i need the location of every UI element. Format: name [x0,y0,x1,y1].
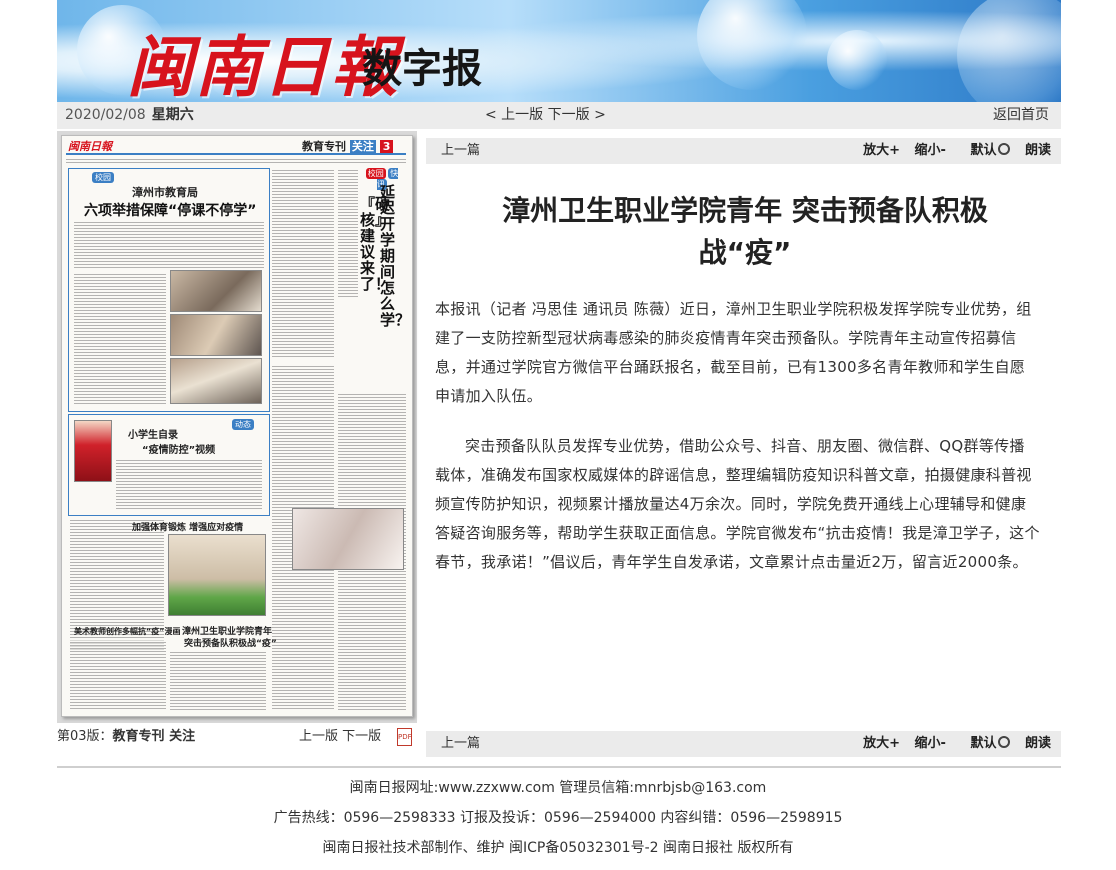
default-size-button-bottom[interactable]: 默认 [960,736,1011,751]
edition-nav[interactable]: < 上一版 下一版 > [485,102,606,129]
page-thumbnail-frame: 闽南日報 教育专刊 关注 3 校园 漳州市教育局 六项举措保障“停课不停学” 校… [57,131,417,723]
page-label: 第03版：教育专刊 关注 [57,729,196,744]
site-banner: 闽南日報 数字报 [57,0,1061,102]
article-paragraph-2: 突击预备队队员发挥专业优势，借助公众号、抖音、朋友圈、微信群、QQ群等传播载体，… [435,437,1040,571]
paper-headline-org: 漳州市教育局 [132,186,198,199]
date-bar: 2020/02/08 星期六 < 上一版 下一版 > 返回首页 [57,102,1061,129]
paper-page-number: 3 [379,140,394,153]
paper-photo-yoga [168,534,266,616]
footer-copyright: 闽南日报社技术部制作、维护 闽ICP备05032301号-2 闽南日报社 版权所… [322,840,794,856]
site-logo-subtitle: 数字报 [362,46,482,92]
article-toolbar-top: 上一篇 放大+ 缩小- 默认 朗读 [426,138,1061,164]
paper-poster-image [74,420,112,482]
home-link[interactable]: 返回首页 [993,102,1049,129]
paper-focus-label: 关注 [349,140,376,153]
zoom-out-button-bottom[interactable]: 缩小- [915,736,946,751]
paper-photo-3 [170,358,262,404]
prev-article-link[interactable]: 上一篇 [441,138,480,164]
paper-masthead: 闽南日報 [68,140,112,153]
paper-story2-title: 小学生自录 [128,430,178,441]
radio-dot-icon [998,736,1011,748]
zoom-in-button-bottom[interactable]: 放大+ [863,736,900,751]
article-toolbar-bottom: 上一篇 放大+ 缩小- 默认 朗读 [426,731,1061,757]
paper-story4-sub: 突击预备队积极战“疫” [184,639,277,649]
paper-tag-mid: 动态 [232,419,254,430]
default-size-button[interactable]: 默认 [960,143,1011,158]
article-paragraph-1: 本报讯（记者 冯思佳 通讯员 陈薇）近日，漳州卫生职业学院积极发挥学院专业优势，… [435,300,1032,405]
paper-tag-left: 校园 [92,172,114,183]
weekday: 星期六 [151,107,194,123]
pdf-icon[interactable]: PDF [397,728,412,746]
footer-divider [57,766,1061,768]
reading-tools: 放大+ 缩小- 默认 朗读 [853,138,1051,164]
page-caption: 第03版：教育专刊 关注 上一版 下一版 PDF [57,726,417,748]
paper-photo-student [292,508,404,570]
read-aloud-button-bottom[interactable]: 朗读 [1025,736,1051,751]
radio-dot-icon [998,143,1011,155]
paper-side-title-2: 『硬核』建议来了！ [360,195,391,293]
paper-photo-2 [170,314,262,356]
paper-photo-1 [170,270,262,312]
zoom-out-button[interactable]: 缩小- [915,143,946,158]
zoom-in-button[interactable]: 放大+ [863,143,900,158]
paper-headline-main: 六项举措保障“停课不停学” [84,203,257,219]
reading-tools-bottom: 放大+ 缩小- 默认 朗读 [853,731,1051,757]
page-nav[interactable]: 上一版 下一版 [299,726,381,748]
paper-section: 教育专刊 关注 3 [302,138,394,154]
prev-article-link-bottom[interactable]: 上一篇 [441,731,480,757]
footer-site-info: 闽南日报网址:www.zzxww.com 管理员信箱:mnrbjsb@163.c… [349,780,767,796]
page-name: 教育专刊 关注 [112,729,196,744]
footer-hotlines: 广告热线：0596—2598333 订报及投诉：0596—2594000 内容纠… [273,810,843,826]
issue-date: 2020/02/08 星期六 [65,107,194,123]
paper-story5-title: 美术教师创作多幅抗“疫”漫画 [74,627,181,636]
paper-story3-title: 加强体育锻炼 增强应对疫情 [132,523,244,533]
paper-story2-sub: “疫情防控”视频 [142,445,216,456]
site-logo[interactable]: 闽南日報 [127,14,399,102]
read-aloud-button[interactable]: 朗读 [1025,143,1051,158]
article-title: 漳州卫生职业学院青年 突击预备队积极 战“疫” [502,194,988,269]
newspaper-page-thumbnail[interactable]: 闽南日報 教育专刊 关注 3 校园 漳州市教育局 六项举措保障“停课不停学” 校… [61,135,413,717]
